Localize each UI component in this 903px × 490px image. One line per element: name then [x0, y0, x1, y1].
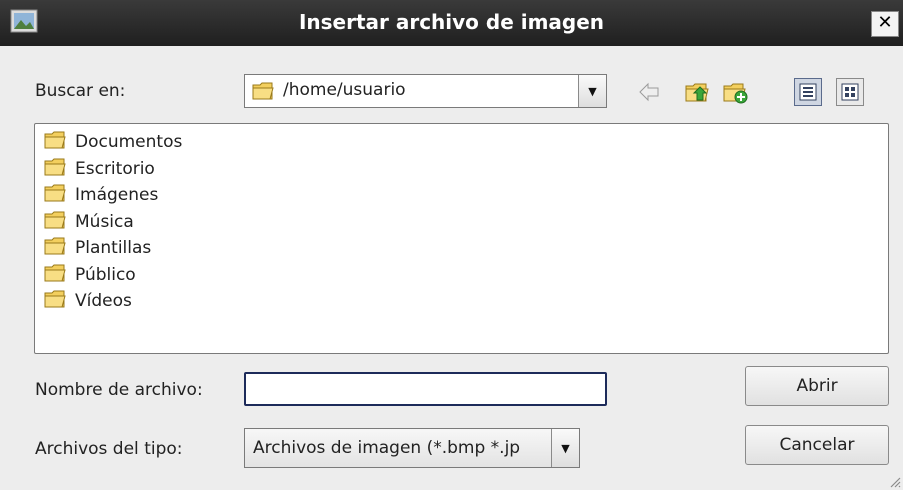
open-button[interactable]: Abrir [745, 366, 889, 406]
file-name: Imágenes [75, 185, 159, 205]
file-type-value: Archivos de imagen (*.bmp *.jp [253, 438, 521, 458]
file-name: Vídeos [75, 291, 132, 311]
window-title: Insertar archivo de imagen [298, 10, 605, 34]
detail-view-button[interactable] [836, 78, 864, 106]
folder-icon [44, 211, 66, 228]
dialog-window: Insertar archivo de imagen ✕ Buscar en: … [0, 0, 903, 490]
folder-icon [44, 131, 66, 149]
back-arrow-icon[interactable] [636, 78, 664, 106]
file-type-label: Archivos del tipo: [35, 439, 183, 459]
chevron-down-icon[interactable]: ▼ [551, 429, 579, 467]
folder-icon [44, 290, 66, 308]
file-name: Música [75, 211, 134, 232]
cancel-button[interactable]: Cancelar [745, 425, 889, 465]
file-name: Plantillas [75, 238, 152, 258]
resize-grip-icon[interactable] [887, 474, 901, 488]
folder-icon [252, 82, 274, 100]
file-name: Escritorio [75, 158, 155, 179]
parent-folder-icon[interactable] [683, 78, 711, 106]
filename-label: Nombre de archivo: [35, 380, 203, 400]
folder-icon [44, 158, 66, 175]
file-name: Documentos [75, 132, 183, 152]
look-in-path: /home/usuario [283, 80, 406, 100]
list-view-button[interactable] [794, 78, 822, 106]
look-in-label: Buscar en: [35, 81, 126, 101]
detail-view-icon [841, 83, 859, 101]
new-folder-icon[interactable] [721, 78, 749, 106]
filename-input[interactable] [244, 372, 607, 406]
folder-icon [44, 237, 66, 255]
list-view-icon [799, 83, 817, 101]
file-name: Público [75, 264, 136, 285]
title-bar[interactable]: Insertar archivo de imagen ✕ [0, 0, 903, 46]
look-in-combo[interactable]: /home/usuario ▼ [244, 74, 607, 108]
file-list[interactable]: Documentos Escritorio Imágenes Música Planti… [34, 123, 889, 354]
file-type-combo[interactable]: Archivos de imagen (*.bmp *.jp ▼ [244, 428, 580, 468]
folder-icon [44, 184, 66, 202]
chevron-down-icon[interactable]: ▼ [578, 75, 606, 107]
folder-icon [44, 264, 66, 281]
close-button[interactable]: ✕ [871, 11, 899, 37]
